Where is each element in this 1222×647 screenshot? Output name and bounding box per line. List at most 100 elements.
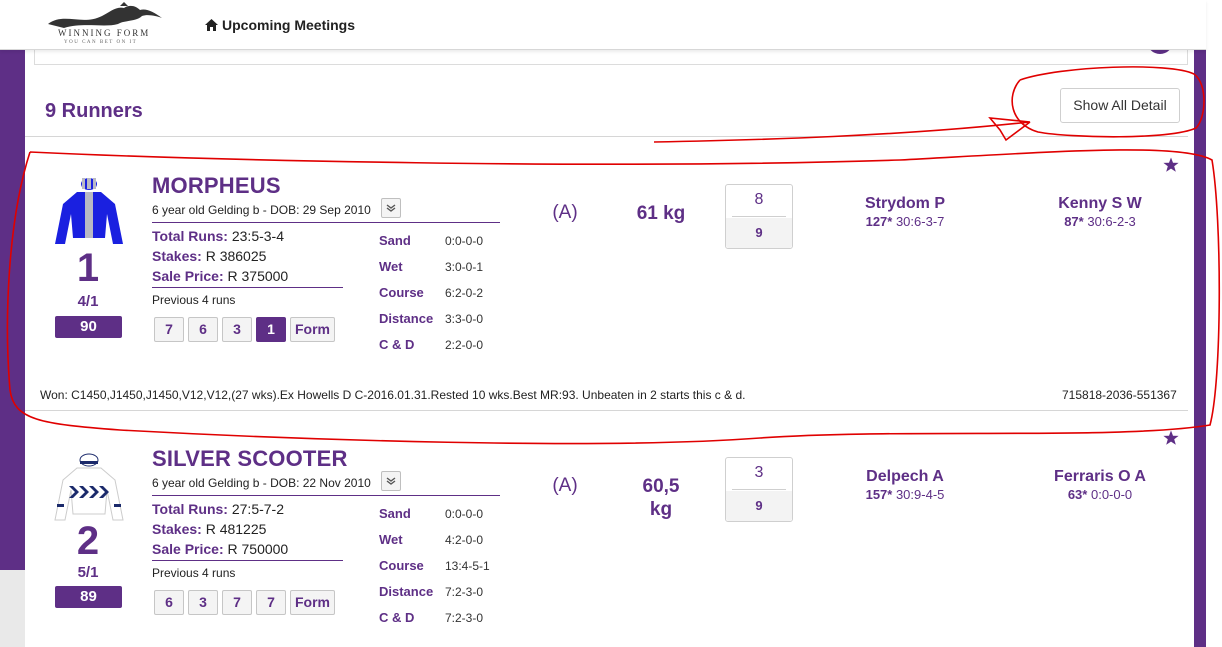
- left-purple-band: [0, 50, 25, 647]
- star-icon[interactable]: [1163, 430, 1179, 446]
- previous-run-position[interactable]: 7: [256, 590, 286, 615]
- condition-value: 3:0-0-1: [445, 260, 484, 274]
- jockey-silks-icon: [55, 178, 123, 244]
- saddle-number: 1: [76, 246, 100, 290]
- stakes: Stakes: R 386025: [152, 248, 267, 264]
- trainer[interactable]: Ferraris O A 63* 0:0-0-0: [1010, 468, 1190, 502]
- condition-value: 13:4-5-1: [445, 559, 490, 573]
- divider: [152, 560, 343, 561]
- show-all-detail-button[interactable]: Show All Detail: [1060, 88, 1180, 123]
- divider: [152, 222, 500, 223]
- field-size: 9: [726, 491, 792, 521]
- band-swoop: [0, 570, 25, 647]
- sale-price: Sale Price: R 375000: [152, 268, 289, 284]
- trainer-name: Kenny S W: [1058, 195, 1142, 212]
- divider: [152, 287, 343, 288]
- site-header: WINNING FORM YOU CAN BET ON IT Upcoming …: [0, 0, 1206, 50]
- condition-value: 4:2-0-0: [445, 533, 484, 547]
- previous-run-position[interactable]: 7: [154, 317, 184, 342]
- divider: [25, 410, 1188, 411]
- nav-upcoming-label: Upcoming Meetings: [222, 17, 356, 33]
- trainer[interactable]: Kenny S W 87* 30:6-2-3: [1010, 195, 1190, 229]
- merit-rating-badge: 90: [55, 316, 122, 338]
- draw-number: 3: [754, 464, 764, 481]
- form-button[interactable]: Form: [290, 317, 335, 342]
- draw-number: 8: [754, 191, 764, 208]
- jockey-name: Strydom P: [864, 195, 945, 212]
- merit-rating-badge: 89: [55, 586, 122, 608]
- weight: 61 kg: [636, 203, 686, 224]
- condition-label: Course: [379, 285, 424, 300]
- divider: [732, 216, 786, 217]
- divider: [152, 495, 500, 496]
- odds: 5/1: [77, 564, 99, 581]
- logo-tagline: YOU CAN BET ON IT: [64, 40, 138, 45]
- logo-text: WINNING FORM: [58, 28, 151, 38]
- previous-runs-label: Previous 4 runs: [152, 566, 236, 580]
- race-card: 9 Runners Show All Detail 1 4/1 90 MORPH…: [25, 34, 1194, 647]
- condition-label: C & D: [379, 337, 415, 352]
- jockey-silks-icon: [54, 453, 124, 521]
- chevron-down-icon: [386, 477, 396, 485]
- home-icon: [205, 19, 218, 31]
- jockey[interactable]: Strydom P 127* 30:6-3-7: [815, 195, 995, 229]
- previous-run-position[interactable]: 3: [222, 317, 252, 342]
- runner-comment: Won: C1450,J1450,J1450,V12,V12,(27 wks).…: [40, 388, 746, 402]
- condition-label: Distance: [379, 311, 434, 326]
- stakes: Stakes: R 481225: [152, 521, 267, 537]
- horse-description: 6 year old Gelding b - DOB: 29 Sep 2010: [152, 203, 371, 217]
- previous-run-position[interactable]: 3: [188, 590, 218, 615]
- sale-price: Sale Price: R 750000: [152, 541, 289, 557]
- jockey-stats: 157* 30:9-4-5: [865, 487, 945, 502]
- draw-box: 3 9: [725, 457, 793, 522]
- trainer-stats: 87* 30:6-2-3: [1064, 214, 1136, 229]
- winning-form-logo[interactable]: WINNING FORM YOU CAN BET ON IT: [44, 2, 174, 48]
- page-edge: [1206, 50, 1222, 647]
- form-button[interactable]: Form: [290, 590, 335, 615]
- weight: 60,5 kg: [642, 476, 680, 520]
- race-info-panel-bottom: [34, 50, 1188, 65]
- previous-run-position[interactable]: 7: [222, 590, 252, 615]
- jockey[interactable]: Delpech A 157* 30:9-4-5: [815, 468, 995, 502]
- nav-upcoming-meetings[interactable]: Upcoming Meetings: [205, 17, 355, 33]
- condition-label: Course: [379, 558, 424, 573]
- jockey-stats: 127* 30:6-3-7: [865, 214, 945, 229]
- chevron-down-icon: [386, 204, 396, 212]
- expand-dropdown-button[interactable]: [381, 198, 401, 218]
- condition-label: C & D: [379, 610, 415, 625]
- horse-name[interactable]: MORPHEUS: [152, 173, 281, 199]
- draw-box: 8 9: [725, 184, 793, 249]
- right-purple-band: [1194, 50, 1206, 647]
- condition-label: Sand: [379, 506, 411, 521]
- previous-run-position[interactable]: 6: [154, 590, 184, 615]
- total-runs: Total Runs: 23:5-3-4: [152, 228, 285, 244]
- horse-description: 6 year old Gelding b - DOB: 22 Nov 2010: [152, 476, 371, 490]
- runner-reference: 715818-2036-551367: [1062, 388, 1177, 402]
- condition-value: 7:2-3-0: [445, 585, 484, 599]
- divider: [25, 136, 1188, 137]
- expand-dropdown-button[interactable]: [381, 471, 401, 491]
- condition-value: 3:3-0-0: [445, 312, 484, 326]
- previous-run-position-win[interactable]: 1: [256, 317, 286, 342]
- star-icon[interactable]: [1163, 157, 1179, 173]
- condition-value: 0:0-0-0: [445, 507, 484, 521]
- field-size: 9: [726, 218, 792, 248]
- trainer-name: Ferraris O A: [1054, 468, 1146, 485]
- condition-label: Wet: [379, 259, 403, 274]
- previous-runs-label: Previous 4 runs: [152, 293, 236, 307]
- horse-name[interactable]: SILVER SCOOTER: [152, 446, 348, 472]
- runners-count-title: 9 Runners: [45, 100, 143, 122]
- condition-label: Distance: [379, 584, 434, 599]
- condition-label: Wet: [379, 532, 403, 547]
- equipment-code: (A): [552, 475, 578, 496]
- total-runs: Total Runs: 27:5-7-2: [152, 501, 285, 517]
- condition-value: 2:2-0-0: [445, 338, 484, 352]
- condition-value: 0:0-0-0: [445, 234, 484, 248]
- condition-label: Sand: [379, 233, 411, 248]
- equipment-code: (A): [552, 202, 578, 223]
- previous-run-position[interactable]: 6: [188, 317, 218, 342]
- condition-value: 7:2-3-0: [445, 611, 484, 625]
- divider: [732, 489, 786, 490]
- saddle-number: 2: [76, 519, 100, 563]
- condition-value: 6:2-0-2: [445, 286, 484, 300]
